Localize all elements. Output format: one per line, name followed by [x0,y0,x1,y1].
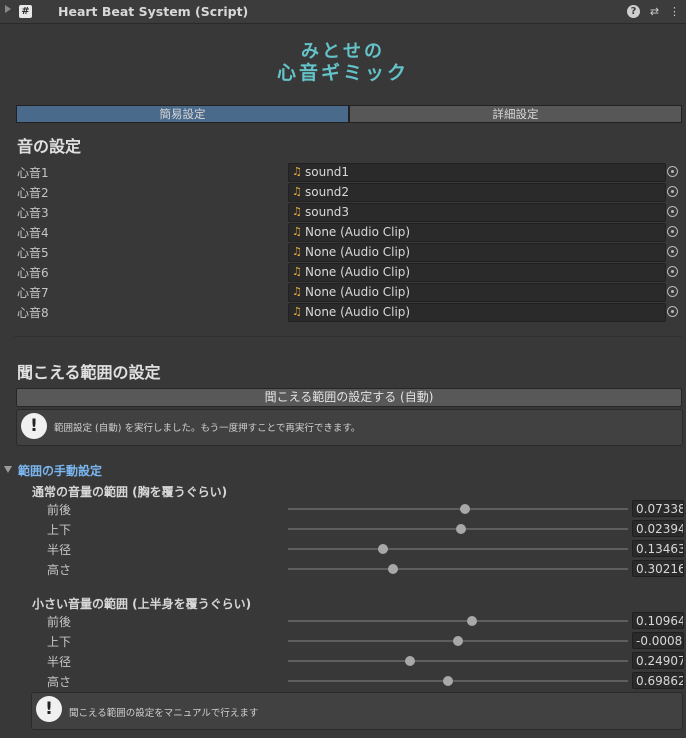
sound-label: 心音6 [17,266,49,280]
audio-clip-value: None (Audio Clip) [305,245,411,259]
slider-value-field[interactable]: 0.02394 [632,520,684,537]
section-divider [14,336,682,337]
slider-label: 上下 [47,635,72,649]
slider-label: 高さ [47,675,72,689]
slider-track[interactable] [288,508,628,510]
audio-clip-value: sound1 [305,165,350,179]
audio-clip-value: None (Audio Clip) [305,265,411,279]
audio-clip-field[interactable]: ♫ None (Audio Clip) [288,303,666,322]
audio-clip-icon: ♫ [292,245,302,258]
sound-label: 心音2 [17,186,49,200]
object-picker-icon[interactable] [666,283,680,300]
slider-value-field[interactable]: 0.10964 [632,612,684,629]
object-picker-icon[interactable] [666,183,680,200]
audio-clip-value: None (Audio Clip) [305,285,411,299]
slider-value-field[interactable]: 0.07338 [632,500,684,517]
help-icon[interactable]: ? [627,5,640,18]
normal-range-title: 通常の音量の範囲 (胸を覆うぐらい) [32,485,228,499]
sound-label: 心音4 [17,226,49,240]
audio-clip-field[interactable]: ♫ None (Audio Clip) [288,223,666,242]
slider-thumb[interactable] [405,656,416,666]
sound-section-title: 音の設定 [17,137,82,156]
object-picker-icon[interactable] [666,223,680,240]
audio-clip-value: None (Audio Clip) [305,305,411,319]
slider-value-field[interactable]: 0.13463 [632,540,684,557]
presets-icon[interactable]: ⇄ [648,5,661,18]
audio-clip-field[interactable]: ♫ None (Audio Clip) [288,243,666,262]
manual-help-box: ! 聞こえる範囲の設定をマニュアルで行えます [31,692,683,730]
info-icon: ! [36,696,62,722]
object-picker-icon[interactable] [666,243,680,260]
object-picker-icon[interactable] [666,303,680,320]
manual-range-foldout-label[interactable]: 範囲の手動設定 [18,462,102,479]
logo-line-2: 心音ギミック [276,62,409,84]
slider-value-field[interactable]: -0.0008 [632,632,684,649]
audio-clip-field[interactable]: ♫ sound2 [288,183,666,202]
tab-detailed-settings[interactable]: 詳細設定 [349,105,682,123]
slider-track[interactable] [288,620,628,622]
slider-value-field[interactable]: 0.69862 [632,672,684,689]
sound-label: 心音3 [17,206,49,220]
slider-thumb[interactable] [378,544,389,554]
auto-help-box: ! 範囲設定 (自動) を実行しました。もう一度押すことで再実行できます。 [16,409,683,446]
audio-clip-icon: ♫ [292,305,302,318]
info-icon: ! [21,413,47,439]
script-icon: # [19,5,32,18]
audio-clip-value: sound3 [305,205,350,219]
slider-label: 高さ [47,563,72,577]
more-menu-icon[interactable]: ⋮ [668,5,681,18]
slider-value-field[interactable]: 0.24907 [632,652,684,669]
audio-clip-field[interactable]: ♫ sound3 [288,203,666,222]
audio-clip-icon: ♫ [292,265,302,278]
component-header: # Heart Beat System (Script) ? ⇄ ⋮ [0,0,686,24]
mode-tabs: 簡易設定 詳細設定 [16,105,682,123]
sound-label: 心音5 [17,246,49,260]
sound-label: 心音7 [17,286,49,300]
sound-label: 心音8 [17,306,49,320]
audio-clip-icon: ♫ [292,205,302,218]
audio-clip-value: None (Audio Clip) [305,225,411,239]
foldout-arrow-icon[interactable] [4,466,12,473]
small-range-title: 小さい音量の範囲 (上半身を覆うぐらい) [32,597,252,611]
slider-track[interactable] [288,680,628,682]
slider-track[interactable] [288,660,628,662]
slider-label: 半径 [47,655,72,669]
audio-clip-field[interactable]: ♫ None (Audio Clip) [288,263,666,282]
collapse-arrow-icon[interactable] [5,5,11,13]
slider-label: 上下 [47,523,72,537]
manual-help-message: 聞こえる範囲の設定をマニュアルで行えます [69,708,259,719]
slider-thumb[interactable] [442,676,453,686]
audio-clip-icon: ♫ [292,285,302,298]
audio-clip-field[interactable]: ♫ sound1 [288,163,666,182]
audio-clip-field[interactable]: ♫ None (Audio Clip) [288,283,666,302]
slider-value-field[interactable]: 0.30216 [632,560,684,577]
audio-clip-value: sound2 [305,185,350,199]
slider-label: 前後 [47,615,72,629]
tab-simple-settings[interactable]: 簡易設定 [16,105,349,123]
audio-clip-icon: ♫ [292,225,302,238]
auto-help-message: 範囲設定 (自動) を実行しました。もう一度押すことで再実行できます。 [54,423,361,434]
slider-thumb[interactable] [459,504,470,514]
audio-clip-icon: ♫ [292,165,302,178]
slider-thumb[interactable] [388,564,399,574]
auto-range-button[interactable]: 聞こえる範囲の設定する (自動) [16,388,682,407]
slider-track[interactable] [288,568,628,570]
slider-track[interactable] [288,548,628,550]
slider-thumb[interactable] [453,636,463,646]
slider-thumb[interactable] [456,524,467,534]
audio-clip-icon: ♫ [292,185,302,198]
slider-label: 前後 [47,503,72,517]
object-picker-icon[interactable] [666,263,680,280]
range-section-title: 聞こえる範囲の設定 [17,363,161,382]
object-picker-icon[interactable] [666,163,680,180]
sound-label: 心音1 [17,166,49,180]
slider-thumb[interactable] [466,616,477,626]
component-title[interactable]: Heart Beat System (Script) [58,4,248,19]
slider-label: 半径 [47,543,72,557]
object-picker-icon[interactable] [666,203,680,220]
